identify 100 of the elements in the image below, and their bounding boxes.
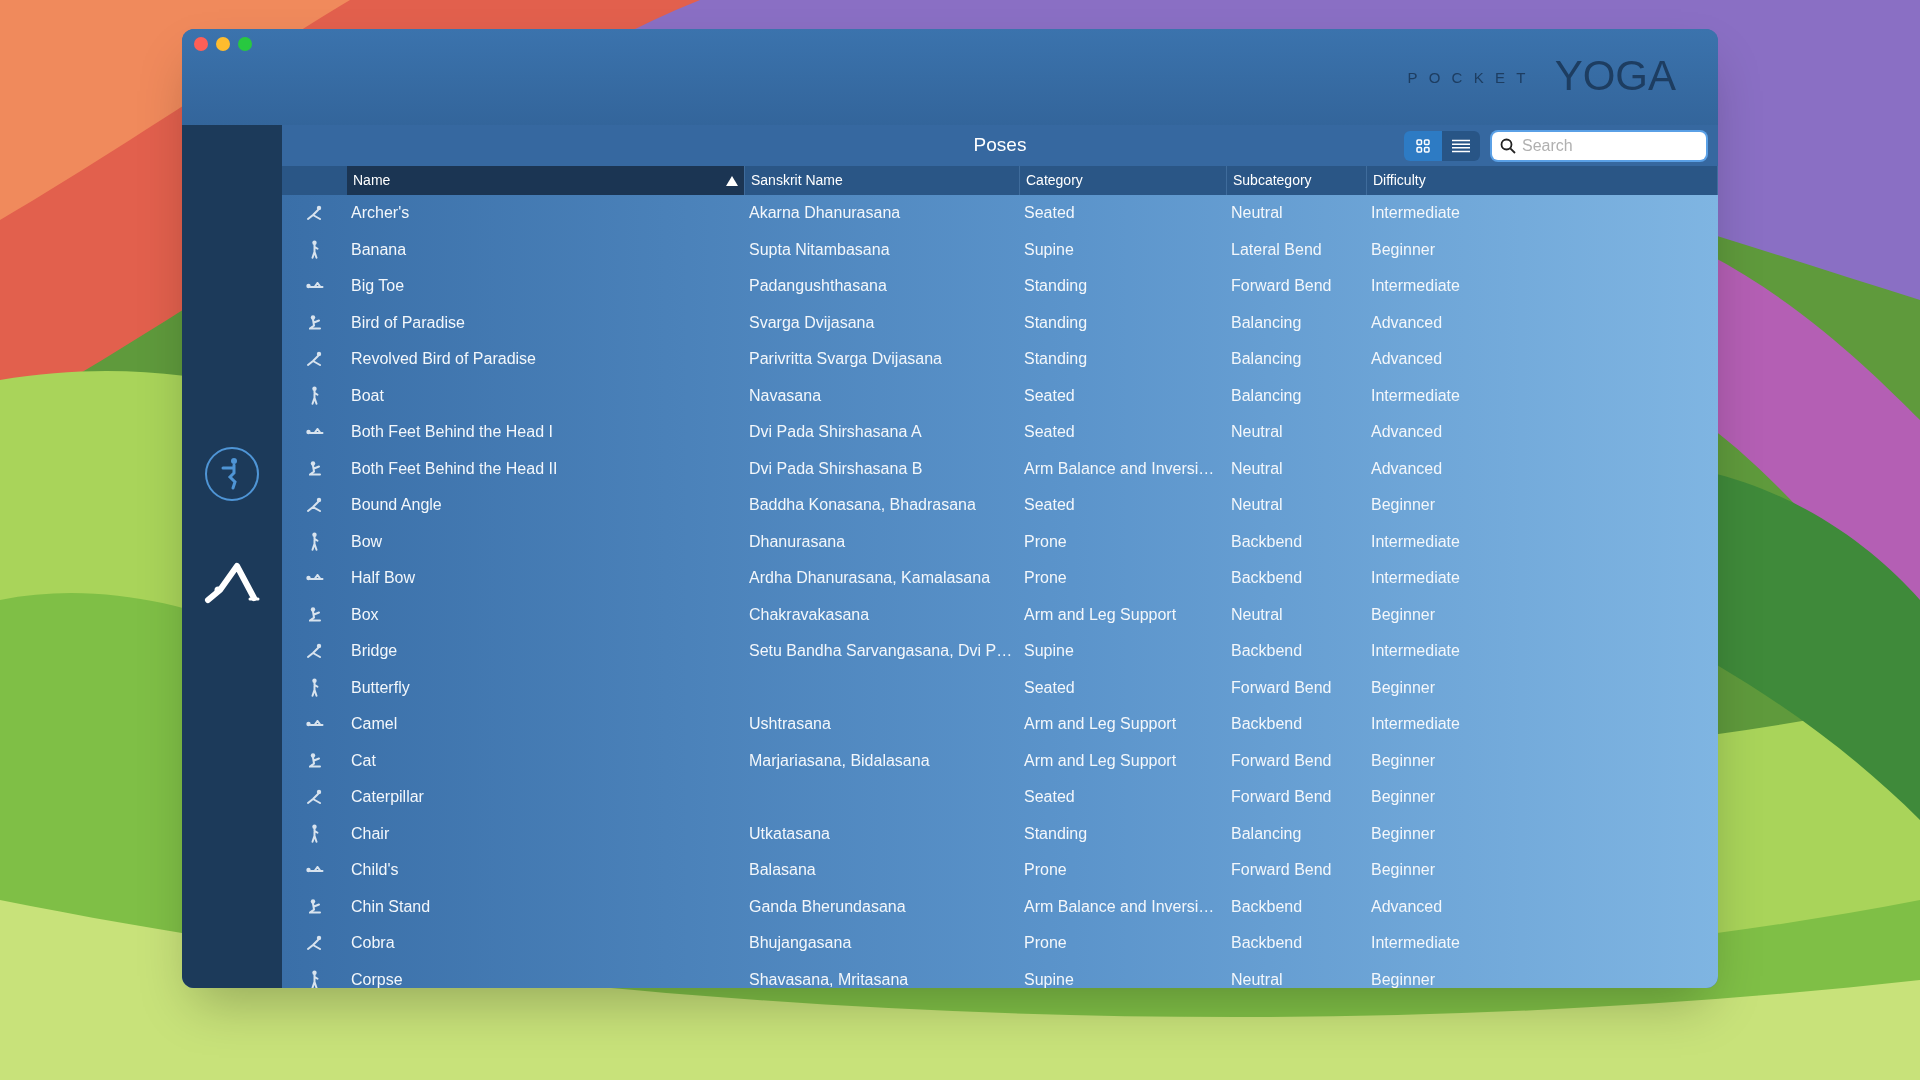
column-header[interactable]: Category (1020, 166, 1227, 195)
search-field[interactable]: Search (1492, 131, 1706, 160)
table-cell: Akarna Dhanurasana (749, 204, 901, 222)
table-cell: Archer's (351, 204, 410, 222)
table-cell: Beginner (1371, 970, 1436, 988)
table-cell: Butterfly (351, 678, 410, 696)
table-cell: Marjariasana, Bidalasana (749, 751, 930, 769)
table-cell: Backbend (1231, 897, 1303, 915)
table-cell: Balancing (1231, 386, 1302, 404)
table-cell: Advanced (1371, 423, 1443, 441)
table-cell: Backbend (1231, 934, 1303, 952)
table-cell: Bird of Paradise (351, 313, 465, 331)
pose-figure-icon (310, 823, 319, 844)
table-cell: Shavasana, Mritasana (749, 970, 909, 988)
table-cell: Intermediate (1371, 277, 1460, 295)
table-cell: Forward Bend (1231, 788, 1332, 806)
table-cell: Parivritta Svarga Dvijasana (749, 350, 942, 368)
table-cell: Beginner (1371, 240, 1436, 258)
table-cell: Supine (1024, 642, 1074, 660)
pose-figure-icon (305, 866, 324, 875)
sort-ascending-icon (726, 175, 738, 186)
table-cell: Arm and Leg Support (1024, 751, 1177, 769)
table-cell: Boat (351, 386, 384, 404)
table-cell: Chair (351, 824, 390, 842)
table-cell: Setu Bandha Sarvangasana, Dvi P… (749, 642, 1013, 660)
pose-figure-icon (307, 351, 322, 368)
column-header[interactable]: Difficulty (1367, 166, 1718, 195)
table-cell: Neutral (1231, 423, 1283, 441)
grid-icon (1416, 138, 1430, 153)
table-cell: Ardha Dhanurasana, Kamalasana (749, 569, 991, 587)
table-cell: Dhanurasana (749, 532, 846, 550)
table-cell: Backbend (1231, 569, 1303, 587)
table-cell: Bridge (351, 642, 398, 660)
pose-figure-icon (305, 282, 324, 291)
table-cell: Balancing (1231, 350, 1302, 368)
table-cell: Arm and Leg Support (1024, 605, 1177, 623)
table-cell: Half Bow (351, 569, 416, 587)
table-cell: Advanced (1371, 313, 1443, 331)
table-cell: Revolved Bird of Paradise (351, 350, 536, 368)
table-cell: Balancing (1231, 313, 1302, 331)
table-cell: Both Feet Behind the Head II (351, 459, 558, 477)
table-cell: Prone (1024, 934, 1067, 952)
toolbar-title: Poses (973, 133, 1027, 158)
column-header[interactable]: Sanskrit Name (745, 166, 1020, 195)
pose-figure-icon (308, 753, 321, 769)
pose-figure-icon (305, 428, 324, 437)
column-header[interactable]: Name (347, 166, 745, 195)
list-view-button[interactable] (1442, 130, 1480, 161)
table-cell: Forward Bend (1231, 861, 1332, 879)
table-cell: Advanced (1371, 350, 1443, 368)
table-cell: Neutral (1231, 970, 1283, 988)
table-cell: Prone (1024, 861, 1067, 879)
table-cell: Cobra (351, 934, 395, 952)
table-cell: Banana (351, 240, 407, 258)
table-cell: Beginner (1371, 605, 1436, 623)
table-cell: Corpse (351, 970, 403, 988)
table-cell: Arm Balance and Inversi… (1024, 897, 1215, 915)
table-cell: Utkatasana (749, 824, 830, 842)
table-cell: Dvi Pada Shirshasana A (749, 423, 922, 441)
pose-figure-icon (307, 789, 322, 806)
table-cell: Backbend (1231, 642, 1303, 660)
grid-view-button[interactable] (1404, 130, 1442, 161)
pose-figure-icon (308, 461, 321, 477)
table-cell: Neutral (1231, 605, 1283, 623)
table-cell: Seated (1024, 423, 1075, 441)
table-cell: Camel (351, 715, 398, 733)
table-cell: Ushtrasana (749, 715, 831, 733)
table-cell: Big Toe (351, 277, 405, 295)
table-cell: Both Feet Behind the Head I (351, 423, 553, 441)
table-cell: Arm and Leg Support (1024, 715, 1177, 733)
table-cell: Seated (1024, 788, 1075, 806)
table-cell: Ganda Bherundasana (749, 897, 906, 915)
table-cell: Dvi Pada Shirshasana B (749, 459, 923, 477)
pose-figure-icon (310, 969, 319, 988)
table-cell: Bound Angle (351, 496, 442, 514)
table-cell: Prone (1024, 532, 1067, 550)
logo-text: YOGA (1554, 55, 1676, 97)
table-cell: Forward Bend (1231, 678, 1332, 696)
table-cell: Seated (1024, 678, 1075, 696)
table-cell: Standing (1024, 277, 1088, 295)
table-cell: Backbend (1231, 715, 1303, 733)
table-cell: Beginner (1371, 861, 1436, 879)
table-cell: Box (351, 605, 379, 623)
pose-figure-icon (310, 239, 319, 260)
table-cell: Intermediate (1371, 204, 1460, 222)
table-cell: Intermediate (1371, 715, 1460, 733)
table-cell: Baddha Konasana, Bhadrasana (749, 496, 976, 514)
table-cell: Neutral (1231, 496, 1283, 514)
column-header[interactable]: Subcategory (1227, 166, 1367, 195)
pose-figure-icon (310, 531, 319, 552)
table-cell: Intermediate (1371, 569, 1460, 587)
minimize-window-button[interactable] (216, 37, 230, 51)
table-cell: Lateral Bend (1231, 240, 1322, 258)
table-cell: Standing (1024, 824, 1088, 842)
pose-figure-icon (310, 677, 319, 698)
zoom-window-button[interactable] (238, 37, 252, 51)
pose-figure-icon (305, 720, 324, 729)
table-cell: Chakravakasana (749, 605, 870, 623)
pose-figure-icon (310, 385, 319, 406)
table-cell: Standing (1024, 350, 1088, 368)
